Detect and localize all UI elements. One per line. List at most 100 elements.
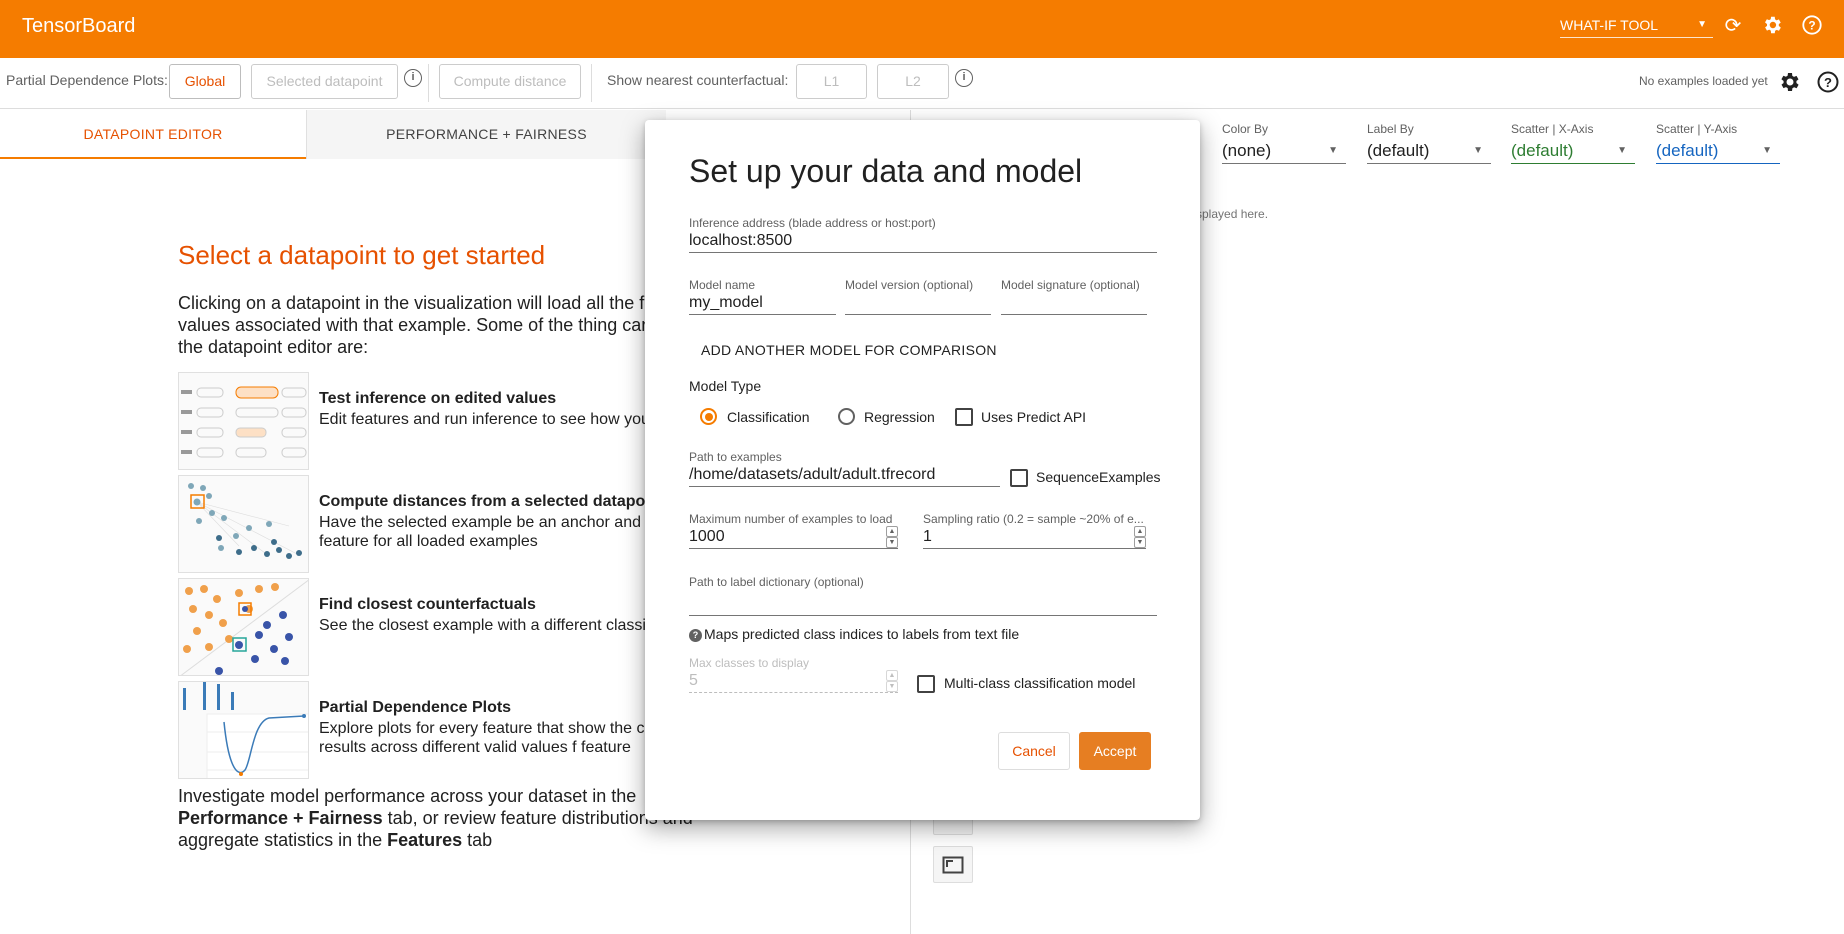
feature-thumbnail xyxy=(178,681,309,779)
max-examples-field[interactable]: Maximum number of examples to load 1000 … xyxy=(689,512,898,552)
number-stepper[interactable]: ▲ ▼ xyxy=(1134,526,1146,548)
feature-title: Test inference on edited values xyxy=(319,390,557,407)
chevron-up-icon[interactable]: ▲ xyxy=(886,526,898,537)
model-signature-input[interactable] xyxy=(1001,292,1147,315)
compute-distance-button[interactable]: Compute distance xyxy=(439,64,581,99)
scatter-y-value: (default) xyxy=(1656,141,1719,160)
tab-datapoint-editor[interactable]: DATAPOINT EDITOR xyxy=(0,110,306,159)
l1-button[interactable]: L1 xyxy=(796,64,867,99)
settings-icon[interactable] xyxy=(1760,14,1784,38)
sampling-ratio-label: Sampling ratio (0.2 = sample ~20% of e..… xyxy=(923,512,1144,526)
model-signature-field[interactable]: Model signature (optional) xyxy=(1001,278,1147,318)
secondary-toolbar: Partial Dependence Plots: Global Selecte… xyxy=(0,58,1844,109)
uses-predict-api-label: Uses Predict API xyxy=(981,409,1087,425)
max-examples-label: Maximum number of examples to load xyxy=(689,512,893,526)
scatter-x-label: Scatter | X-Axis xyxy=(1511,122,1594,136)
settings-icon[interactable] xyxy=(1777,70,1801,94)
label-dictionary-help: ? Maps predicted class indices to labels … xyxy=(689,626,1019,642)
sampling-ratio-field[interactable]: Sampling ratio (0.2 = sample ~20% of e..… xyxy=(923,512,1146,552)
number-stepper[interactable]: ▲ ▼ xyxy=(886,526,898,548)
app-title: TensorBoard xyxy=(22,15,136,37)
regression-radio[interactable] xyxy=(838,408,855,425)
scatter-y-label: Scatter | Y-Axis xyxy=(1656,122,1738,136)
tool-select[interactable]: WHAT-IF TOOL ▼ xyxy=(1560,14,1713,38)
help-icon[interactable]: ? xyxy=(1800,14,1824,38)
info-icon[interactable]: i xyxy=(955,69,973,87)
dropdown-arrow-icon: ▼ xyxy=(1473,145,1483,156)
svg-text:?: ? xyxy=(1824,75,1832,90)
pdp-label: Partial Dependence Plots: xyxy=(6,72,168,88)
path-to-examples-field[interactable]: Path to examples /home/datasets/adult/ad… xyxy=(689,450,1000,490)
multiclass-checkbox[interactable] xyxy=(917,675,935,693)
outro-features-link: Features xyxy=(387,830,463,850)
sequence-examples-checkbox[interactable] xyxy=(1010,469,1028,487)
label-dictionary-input[interactable] xyxy=(689,593,1157,616)
model-name-input[interactable]: my_model xyxy=(689,292,836,315)
uses-predict-api-checkbox[interactable] xyxy=(955,408,973,426)
color-by-label: Color By xyxy=(1222,122,1269,136)
dropdown-arrow-icon: ▼ xyxy=(1328,145,1338,156)
label-dictionary-field[interactable]: Path to label dictionary (optional) xyxy=(689,575,1157,616)
l2-button[interactable]: L2 xyxy=(877,64,949,99)
scatter-y-dropdown[interactable]: Scatter | Y-Axis (default) ▼ xyxy=(1656,122,1780,166)
number-stepper: ▲ ▼ xyxy=(886,670,898,692)
fit-view-button[interactable] xyxy=(933,846,973,883)
chevron-down-icon: ▼ xyxy=(886,681,898,692)
outro-text: Investigate model performance across you… xyxy=(178,786,637,806)
refresh-icon[interactable]: ⟳ xyxy=(1721,14,1745,38)
scatter-x-value: (default) xyxy=(1511,141,1574,160)
help-icon: ? xyxy=(689,629,702,642)
max-classes-label: Max classes to display xyxy=(689,656,810,670)
global-button[interactable]: Global xyxy=(169,64,241,99)
nearest-counterfactual-label: Show nearest counterfactual: xyxy=(607,72,789,88)
feature-thumbnail xyxy=(178,578,309,676)
path-to-examples-input[interactable]: /home/datasets/adult/adult.tfrecord xyxy=(689,464,1000,487)
dropdown-arrow-icon: ▼ xyxy=(1762,145,1772,156)
dropdown-arrow-icon: ▼ xyxy=(1617,145,1627,156)
scatter-x-dropdown[interactable]: Scatter | X-Axis (default) ▼ xyxy=(1511,122,1635,166)
sequence-examples-label: SequenceExamples xyxy=(1036,469,1161,485)
empty-visualization-text: splayed here. xyxy=(1196,207,1269,221)
outro-text: tab xyxy=(462,830,493,850)
inference-address-field[interactable]: Inference address (blade address or host… xyxy=(689,216,1157,256)
chevron-up-icon: ▲ xyxy=(886,670,898,681)
top-app-bar: TensorBoard WHAT-IF TOOL ▼ ⟳ ? xyxy=(0,0,1844,58)
label-by-dropdown[interactable]: Label By (default) ▼ xyxy=(1367,122,1491,166)
label-by-label: Label By xyxy=(1367,122,1414,136)
status-text: No examples loaded yet xyxy=(1639,74,1768,88)
model-name-label: Model name xyxy=(689,278,756,292)
sampling-ratio-input[interactable]: 1 xyxy=(923,526,1146,549)
accept-button[interactable]: Accept xyxy=(1079,732,1151,770)
help-icon[interactable]: ? xyxy=(1816,70,1840,94)
outro-performance-link: Performance + Fairness xyxy=(178,808,383,828)
model-version-input[interactable] xyxy=(845,292,991,315)
dialog-title: Set up your data and model xyxy=(689,153,1083,189)
model-signature-label: Model signature (optional) xyxy=(1001,278,1140,292)
divider xyxy=(591,64,592,102)
model-type-label: Model Type xyxy=(689,378,762,394)
inference-address-label: Inference address (blade address or host… xyxy=(689,216,936,230)
editor-outro: Investigate model performance across you… xyxy=(178,785,708,851)
cancel-button[interactable]: Cancel xyxy=(998,732,1070,770)
chevron-up-icon[interactable]: ▲ xyxy=(1134,526,1146,537)
model-name-field[interactable]: Model name my_model xyxy=(689,278,836,318)
info-icon[interactable]: i xyxy=(404,69,422,87)
tab-performance-fairness[interactable]: PERFORMANCE + FAIRNESS xyxy=(306,110,666,159)
feature-title: Compute distances from a selected datapo… xyxy=(319,493,665,510)
inference-address-input[interactable]: localhost:8500 xyxy=(689,230,1157,253)
selected-datapoint-button[interactable]: Selected datapoint xyxy=(251,64,398,99)
model-version-field[interactable]: Model version (optional) xyxy=(845,278,991,318)
tool-select-value: WHAT-IF TOOL xyxy=(1560,17,1659,33)
color-by-dropdown[interactable]: Color By (none) ▼ xyxy=(1222,122,1346,166)
max-examples-input[interactable]: 1000 xyxy=(689,526,898,549)
add-model-button[interactable]: ADD ANOTHER MODEL FOR COMPARISON xyxy=(701,342,997,358)
classification-radio[interactable] xyxy=(700,408,717,425)
chevron-down-icon[interactable]: ▼ xyxy=(886,537,898,548)
regression-label: Regression xyxy=(864,409,935,425)
svg-text:?: ? xyxy=(1808,19,1815,33)
chevron-down-icon[interactable]: ▼ xyxy=(1134,537,1146,548)
label-dictionary-label: Path to label dictionary (optional) xyxy=(689,575,864,589)
color-by-value: (none) xyxy=(1222,141,1272,160)
divider xyxy=(428,64,429,102)
feature-title: Partial Dependence Plots xyxy=(319,699,512,716)
